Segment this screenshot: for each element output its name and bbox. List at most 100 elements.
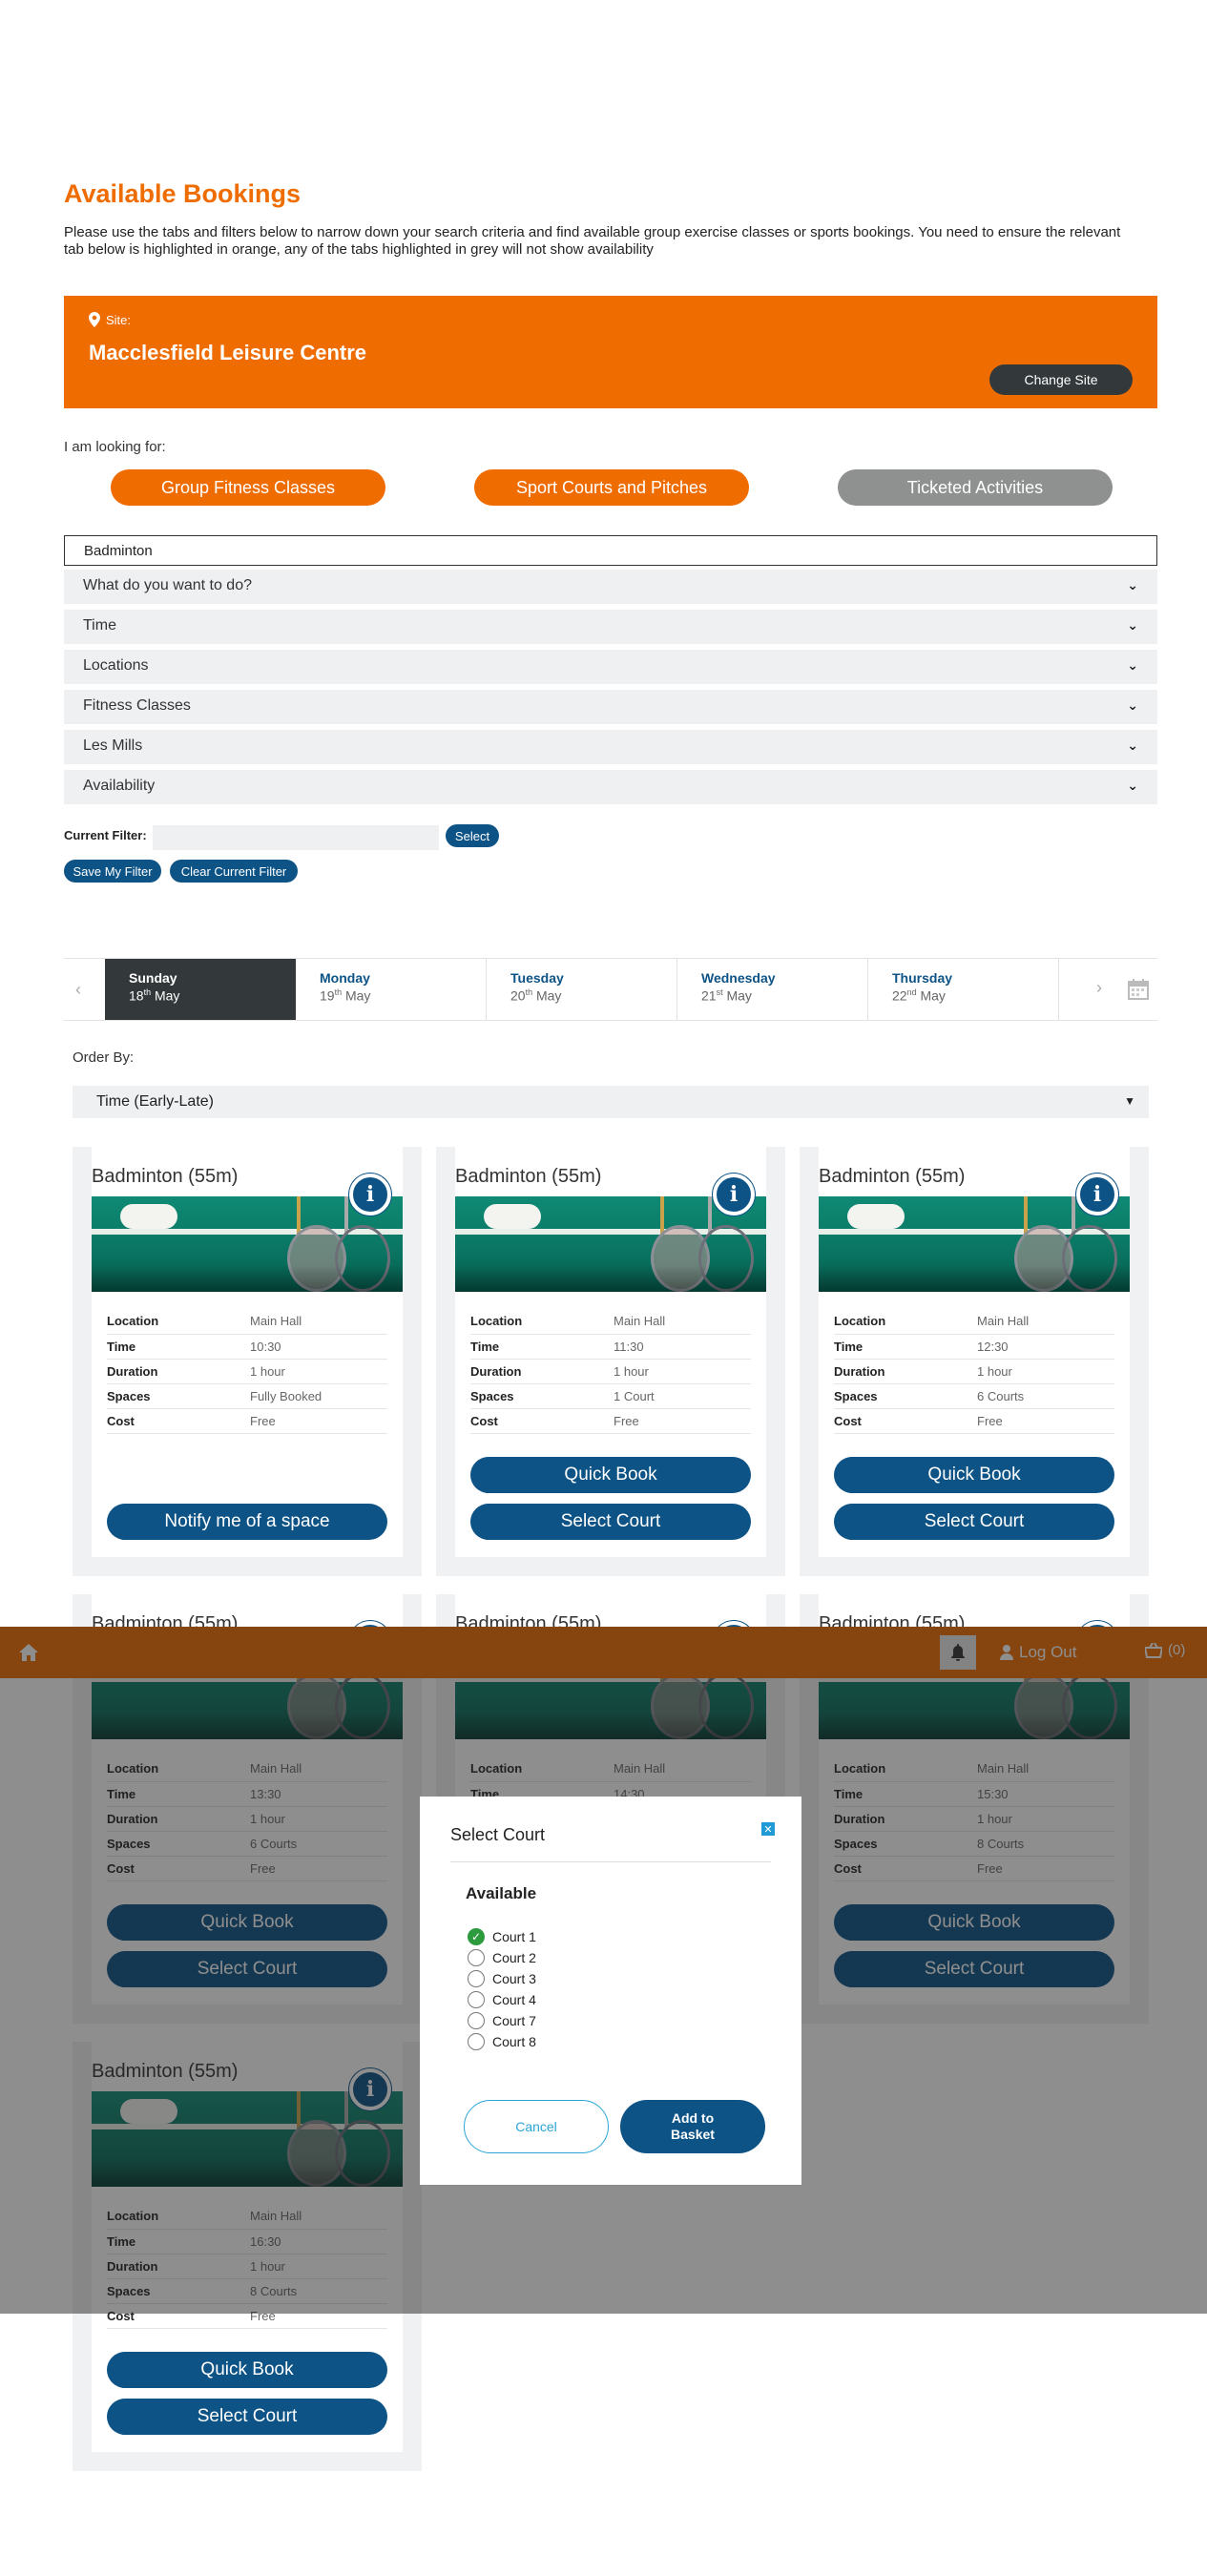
filter-les-mills[interactable]: Les Mills ⌄: [64, 730, 1157, 764]
page-intro: Please use the tabs and filters below to…: [64, 224, 1121, 258]
location-value: Main Hall: [250, 1309, 387, 1335]
clear-filter-button[interactable]: Clear Current Filter: [170, 860, 298, 883]
filter-what-do-you-want[interactable]: What do you want to do? ⌄: [64, 570, 1157, 604]
chevron-down-icon: ⌄: [1127, 778, 1138, 793]
date-day: Tuesday: [510, 970, 564, 986]
select-court-button[interactable]: Select Court: [470, 1504, 751, 1540]
location-value: Main Hall: [614, 1309, 751, 1335]
current-filter-input[interactable]: [153, 825, 439, 850]
filter-select-button[interactable]: Select: [446, 824, 499, 847]
check-icon[interactable]: ✓: [468, 1928, 485, 1945]
court-option[interactable]: Court 7: [468, 2012, 536, 2029]
date-tab-thursday[interactable]: Thursday 22nd May: [868, 959, 1059, 1020]
duration-value: 1 hour: [977, 1359, 1114, 1384]
spaces-value: 1 Court: [614, 1383, 751, 1409]
activity-search-input[interactable]: Badminton: [64, 535, 1157, 566]
tab-ticketed-activities[interactable]: Ticketed Activities: [838, 469, 1113, 506]
date-selector: ‹ Sunday 18th May Monday 19th May Tuesda…: [64, 958, 1157, 1021]
location-label: Location: [834, 1309, 977, 1335]
filter-fitness-classes[interactable]: Fitness Classes ⌄: [64, 690, 1157, 724]
cancel-button[interactable]: Cancel: [464, 2100, 609, 2153]
tab-group-fitness-classes[interactable]: Group Fitness Classes: [111, 469, 385, 506]
court-label: Court 7: [492, 2013, 536, 2028]
card-details: Location Main Hall Time 12:30 Duration 1 hour…: [834, 1309, 1114, 1434]
cost-value: Free: [977, 1408, 1114, 1434]
duration-label: Duration: [470, 1359, 614, 1384]
spaces-value: 6 Courts: [977, 1383, 1114, 1409]
radio-button[interactable]: [468, 2012, 485, 2029]
change-site-button[interactable]: Change Site: [989, 364, 1133, 395]
court-option[interactable]: Court 8: [468, 2033, 536, 2050]
filter-locations[interactable]: Locations ⌄: [64, 650, 1157, 684]
spaces-label: Spaces: [107, 1383, 250, 1409]
notify-space-button[interactable]: Notify me of a space: [107, 1504, 387, 1540]
date-tab-wednesday[interactable]: Wednesday 21st May: [677, 959, 868, 1020]
add-to-basket-button[interactable]: Add to Basket: [620, 2100, 765, 2153]
booking-card: Badminton (55m) i Location Main Hall Time 11:…: [436, 1147, 785, 1576]
date-value: 20th May: [510, 987, 562, 1004]
cost-label: Cost: [470, 1408, 614, 1434]
radio-button[interactable]: [468, 1991, 485, 2008]
card-details: Location Main Hall Time 10:30 Duration 1 hour…: [107, 1309, 387, 1434]
court-option[interactable]: Court 2: [468, 1949, 536, 1966]
duration-value: 1 hour: [614, 1359, 751, 1384]
radio-button[interactable]: [468, 1949, 485, 1966]
card-title: Badminton (55m): [455, 1166, 602, 1187]
location-label: Location: [470, 1309, 614, 1335]
map-pin-icon: [89, 312, 100, 327]
card-title: Badminton (55m): [819, 1166, 966, 1187]
chevron-left-icon[interactable]: ‹: [75, 980, 81, 1000]
location-label: Location: [107, 1309, 250, 1335]
court-label: Court 1: [492, 1929, 536, 1944]
info-icon[interactable]: i: [349, 1174, 391, 1215]
date-day: Thursday: [892, 970, 953, 986]
date-value: 21st May: [701, 987, 752, 1004]
spaces-label: Spaces: [834, 1383, 977, 1409]
select-court-button[interactable]: Select Court: [834, 1504, 1114, 1540]
radio-button[interactable]: [468, 2033, 485, 2050]
date-tab-tuesday[interactable]: Tuesday 20th May: [487, 959, 677, 1020]
filter-availability[interactable]: Availability ⌄: [64, 770, 1157, 804]
court-label: Court 2: [492, 1950, 536, 1965]
chevron-down-icon: ⌄: [1127, 737, 1138, 753]
court-option[interactable]: ✓ Court 1: [468, 1928, 536, 1945]
select-court-button[interactable]: Select Court: [107, 2399, 387, 2435]
time-value: 12:30: [977, 1334, 1114, 1360]
quick-book-button[interactable]: Quick Book: [834, 1457, 1114, 1493]
date-value: 19th May: [320, 987, 371, 1004]
cost-label: Cost: [107, 1408, 250, 1434]
radio-button[interactable]: [468, 1970, 485, 1987]
cost-value: Free: [250, 1408, 387, 1434]
close-icon[interactable]: ✕: [761, 1822, 775, 1836]
court-label: Court 3: [492, 1971, 536, 1986]
date-value: 18th May: [129, 987, 180, 1004]
chevron-down-icon: ▼: [1124, 1094, 1135, 1108]
court-option[interactable]: Court 4: [468, 1991, 536, 2008]
cost-value: Free: [614, 1408, 751, 1434]
chevron-down-icon: ⌄: [1127, 577, 1138, 592]
select-court-modal: Select Court ✕ Available ✓ Court 1 Court …: [420, 1797, 801, 2185]
date-day: Monday: [320, 970, 370, 986]
filter-label: Availability: [83, 778, 156, 794]
filter-time[interactable]: Time ⌄: [64, 610, 1157, 644]
time-label: Time: [107, 1334, 250, 1360]
chevron-right-icon[interactable]: ›: [1096, 978, 1102, 998]
info-icon[interactable]: i: [713, 1174, 755, 1215]
quick-book-button[interactable]: Quick Book: [107, 2352, 387, 2388]
order-by-select[interactable]: Time (Early-Late) ▼: [73, 1086, 1149, 1118]
date-tab-sunday[interactable]: Sunday 18th May: [105, 959, 296, 1020]
quick-book-button[interactable]: Quick Book: [470, 1457, 751, 1493]
site-banner: Site: Macclesfield Leisure Centre Change…: [64, 296, 1157, 408]
calendar-icon[interactable]: [1127, 978, 1150, 1001]
looking-for-label: I am looking for:: [64, 439, 166, 455]
date-tab-monday[interactable]: Monday 19th May: [296, 959, 487, 1020]
tab-sport-courts-and-pitches[interactable]: Sport Courts and Pitches: [474, 469, 749, 506]
date-value: 22nd May: [892, 987, 946, 1004]
save-filter-button[interactable]: Save My Filter: [64, 860, 161, 883]
current-filter-label: Current Filter:: [64, 828, 147, 842]
page-title: Available Bookings: [64, 179, 302, 208]
duration-label: Duration: [107, 1359, 250, 1384]
court-option[interactable]: Court 3: [468, 1970, 536, 1987]
info-icon[interactable]: i: [1076, 1174, 1118, 1215]
chevron-down-icon: ⌄: [1127, 617, 1138, 633]
